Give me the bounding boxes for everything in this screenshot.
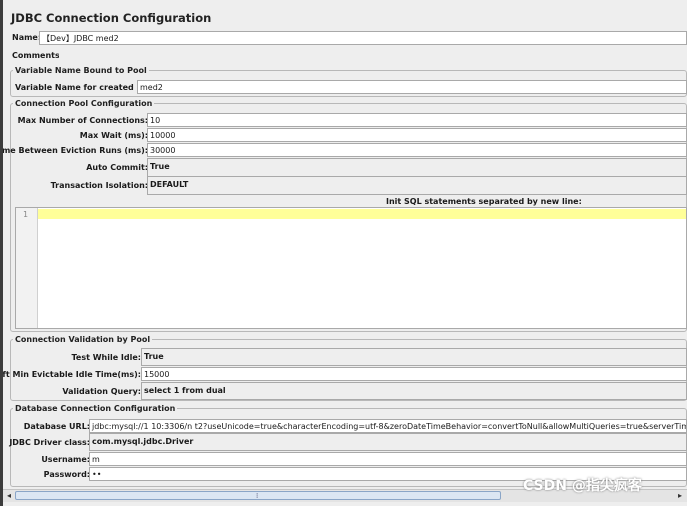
transaction-isolation-label: Transaction Isolation: [50,181,148,190]
max-connections-label: Max Number of Connections: [17,116,148,125]
scrollbar-thumb[interactable]: ⁞ [15,491,501,500]
comments-input[interactable] [59,49,687,63]
username-label: Username: [41,455,90,464]
init-sql-label: Init SQL statements separated by new lin… [386,197,582,206]
grip-icon: ⁞ [256,492,259,500]
eviction-runs-label: Time Between Eviction Runs (ms): [3,146,148,155]
transaction-isolation-select[interactable]: DEFAULT [147,176,687,195]
auto-commit-label: Auto Commit: [86,163,148,172]
line-number: 1 [23,210,29,219]
eviction-runs-input[interactable]: 30000 [147,143,687,157]
connection-pool-legend: Connection Pool Configuration [15,99,153,108]
name-input[interactable]: 【Dev】JDBC med2 [39,31,687,45]
jdbc-config-panel: JDBC Connection Configuration Name: 【Dev… [3,0,687,506]
pool-variable-input[interactable]: med2 [137,80,687,94]
max-connections-input[interactable]: 10 [147,113,687,127]
max-wait-input[interactable]: 10000 [147,128,687,142]
validation-query-label: Validation Query: [62,387,141,396]
auto-commit-select[interactable]: True [147,158,687,177]
database-url-input[interactable]: jdbc:mysql://1 10:3306/n t2?useUnicode=t… [89,419,687,433]
soft-min-idle-input[interactable]: 15000 [141,367,687,381]
database-connection-legend: Database Connection Configuration [15,404,176,413]
comments-label: Comments: [12,51,63,60]
test-while-idle-select[interactable]: True [141,348,687,366]
soft-min-idle-label: Soft Min Evictable Idle Time(ms): [3,370,141,379]
scroll-left-icon[interactable]: ◂ [4,491,14,501]
page-title: JDBC Connection Configuration [11,11,212,25]
watermark-text: CSDN @指尖疯客 [523,478,642,494]
variable-name-legend: Variable Name Bound to Pool [15,66,147,75]
max-wait-label: Max Wait (ms): [79,131,148,140]
line-number-gutter: 1 [16,208,38,328]
current-line-highlight [38,209,686,219]
test-while-idle-label: Test While Idle: [71,353,141,362]
jdbc-driver-select[interactable]: com.mysql.jdbc.Driver [89,433,687,451]
validation-query-select[interactable]: select 1 from dual [141,382,687,400]
username-input[interactable]: m [89,452,687,466]
validation-legend: Connection Validation by Pool [15,335,151,344]
jdbc-driver-label: JDBC Driver class: [9,438,90,447]
database-url-label: Database URL: [23,422,90,431]
scroll-right-icon[interactable]: ▸ [675,491,685,501]
init-sql-editor[interactable]: 1 [15,207,687,329]
password-label: Password: [43,470,90,479]
name-label: Name: [12,33,42,42]
